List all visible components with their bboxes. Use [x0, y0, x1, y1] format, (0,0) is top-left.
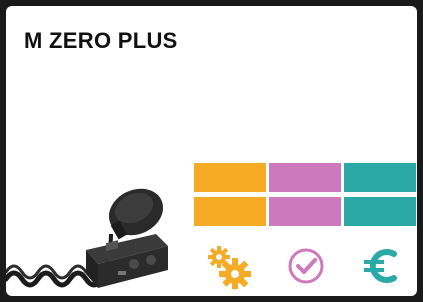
- page-frame: M ZERO PLUS: [0, 0, 423, 302]
- check-circle-icon: [282, 242, 330, 290]
- features-rating-bar: [194, 163, 266, 192]
- rating-grid: [194, 163, 416, 227]
- product-title: M ZERO PLUS: [24, 28, 178, 53]
- quality-rating-bar: [269, 163, 341, 192]
- price-rating-bar: [344, 163, 416, 192]
- gears-icon: [204, 242, 252, 290]
- product-card[interactable]: M ZERO PLUS: [6, 6, 417, 296]
- cb-radio-image: [6, 188, 168, 288]
- quality-rating-bar: [269, 197, 341, 226]
- features-rating-bar: [194, 197, 266, 226]
- price-rating-bar: [344, 197, 416, 226]
- euro-icon: [358, 242, 406, 290]
